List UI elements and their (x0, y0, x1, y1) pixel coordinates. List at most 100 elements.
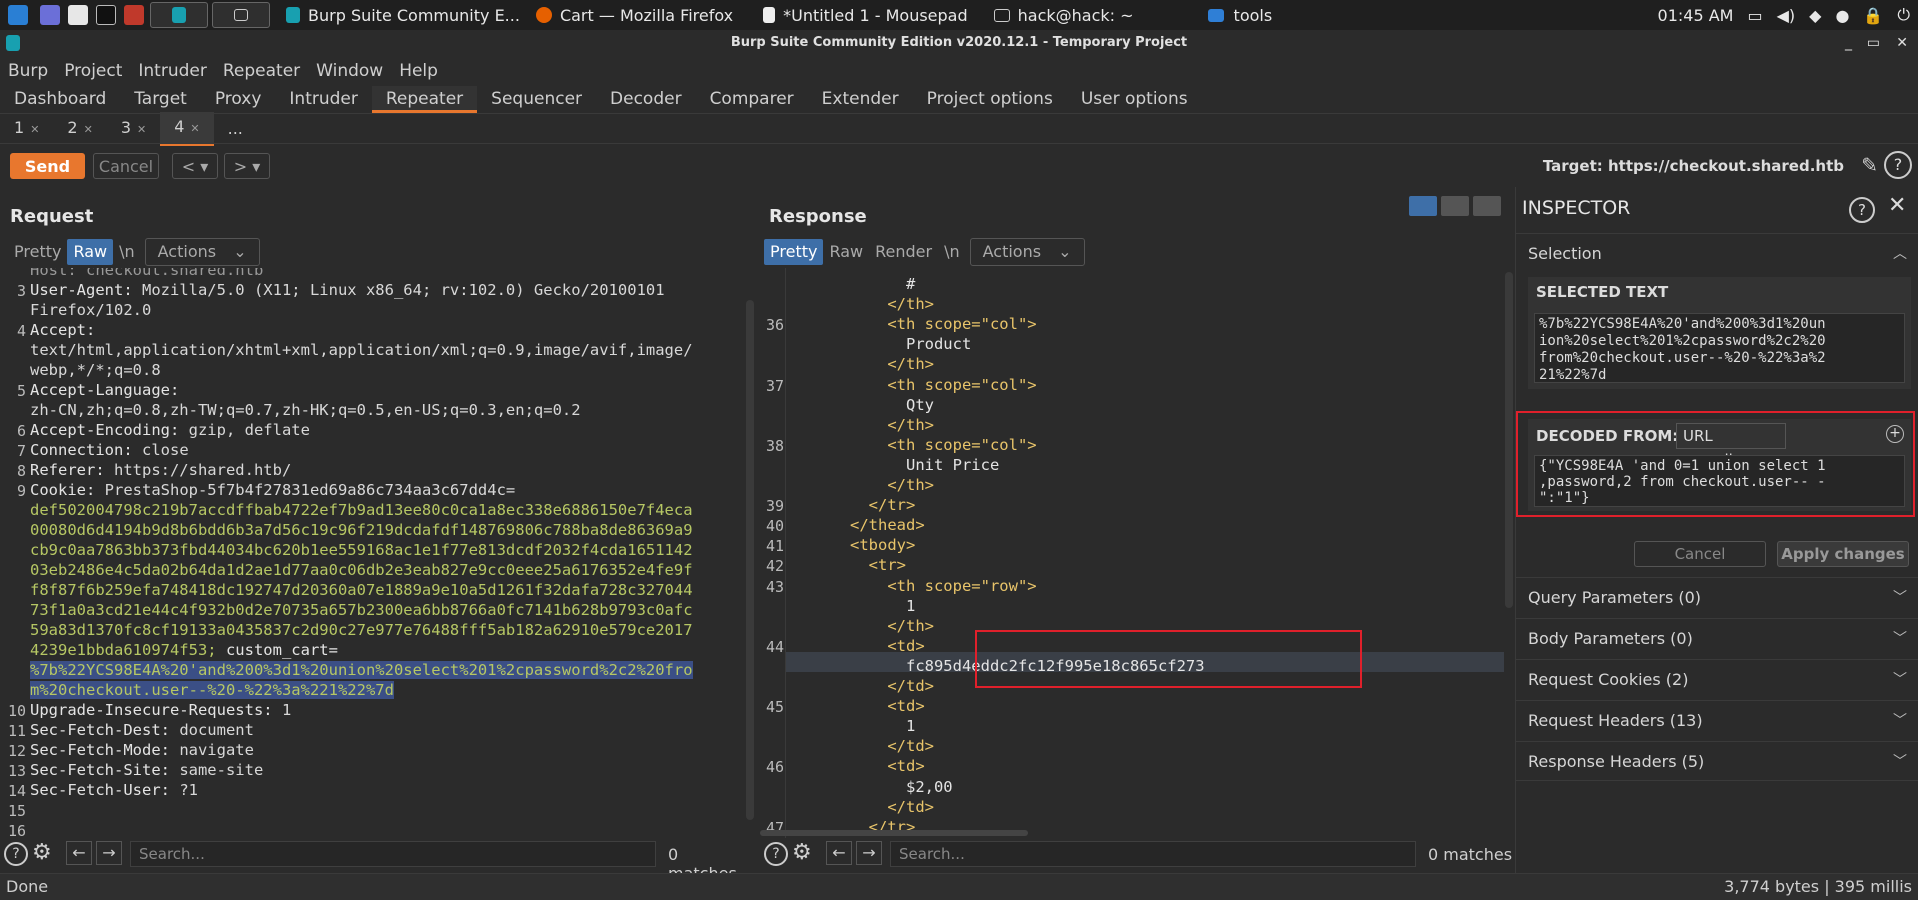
request-editor[interactable]: Host: checkout.shared.htb 3 User-Agent: M… (0, 268, 744, 838)
request-text: ?1 (169, 781, 198, 799)
tab-target[interactable]: Target (120, 86, 201, 113)
response-line: <th scope="col"> (794, 315, 1037, 334)
display-icon[interactable]: ▭ (1747, 6, 1762, 25)
previous-match-icon[interactable]: ← (826, 841, 852, 865)
response-actions-menu[interactable]: Actions ⌄ (969, 238, 1085, 266)
menu-repeater[interactable]: Repeater (215, 61, 308, 81)
request-cookies-section[interactable]: Request Cookies (2) ﹀ (1516, 659, 1918, 699)
response-raw-tab[interactable]: Raw (823, 239, 869, 265)
taskbar-app-burp[interactable]: Burp Suite Community E... (278, 0, 528, 30)
settings-gear-icon[interactable]: ⚙ (792, 840, 812, 865)
request-scrollbar[interactable] (746, 300, 754, 820)
tab-sequencer[interactable]: Sequencer (477, 86, 596, 113)
tab-dashboard[interactable]: Dashboard (0, 86, 120, 113)
forward-button[interactable]: > ▾ (224, 153, 270, 179)
response-hscrollbar[interactable] (760, 830, 1028, 836)
request-headers-section[interactable]: Request Headers (13) ﹀ (1516, 700, 1918, 740)
close-tab-icon[interactable]: ✕ (190, 122, 199, 135)
kali-menu-icon[interactable] (0, 0, 36, 30)
repeater-tab-1[interactable]: 1 ✕ (0, 113, 53, 145)
response-scrollbar[interactable] (1505, 272, 1513, 608)
minimize-icon[interactable]: _ (1845, 30, 1852, 56)
back-button[interactable]: < ▾ (172, 153, 218, 179)
close-tab-icon[interactable]: ✕ (84, 123, 93, 136)
notification-icon[interactable]: ◆ (1809, 6, 1821, 25)
help-icon[interactable]: ? (4, 842, 28, 866)
lock-icon[interactable]: 🔒 (1863, 6, 1883, 25)
request-actions-menu[interactable]: Actions ⌄ (144, 238, 260, 266)
menu-window[interactable]: Window (308, 61, 391, 81)
request-search-input[interactable]: Search... (130, 841, 656, 867)
inspector-cancel-button[interactable]: Cancel (1634, 541, 1766, 567)
target-label[interactable]: Target: https://checkout.shared.htb (1543, 157, 1844, 175)
taskbar-app-tools[interactable]: tools (1200, 0, 1281, 30)
terminal-icon[interactable] (92, 0, 120, 30)
response-editor[interactable]: # </th> 36 <th scope="col"> Product </th>… (760, 268, 1504, 838)
help-icon[interactable]: ? (1849, 197, 1875, 223)
volume-icon[interactable]: ◀) (1777, 6, 1796, 25)
tab-repeater[interactable]: Repeater (371, 86, 478, 113)
response-line: Qty (794, 395, 934, 414)
close-tab-icon[interactable]: ✕ (137, 123, 146, 136)
help-icon[interactable]: ? (1884, 151, 1912, 179)
repeater-tab-2[interactable]: 2 ✕ (53, 113, 106, 145)
tab-comparer[interactable]: Comparer (696, 86, 808, 113)
selection-section[interactable]: Selection ︿ (1516, 233, 1918, 273)
tab-decoder[interactable]: Decoder (596, 86, 696, 113)
menu-help[interactable]: Help (391, 61, 446, 81)
tab-project-options[interactable]: Project options (913, 86, 1067, 113)
workspace-2-button[interactable] (212, 2, 270, 28)
repeater-tabs: 1 ✕ 2 ✕ 3 ✕ 4 ✕ ... (0, 111, 1918, 146)
response-newline-toggle[interactable]: \n (938, 239, 966, 265)
query-parameters-section[interactable]: Query Parameters (0) ﹀ (1516, 577, 1918, 617)
menu-intruder[interactable]: Intruder (130, 61, 214, 81)
tab-user-options[interactable]: User options (1067, 86, 1202, 113)
request-raw-tab[interactable]: Raw (67, 239, 114, 265)
file-manager-icon[interactable] (64, 0, 92, 30)
next-match-icon[interactable]: → (856, 841, 882, 865)
next-match-icon[interactable]: → (96, 841, 122, 865)
show-desktop-icon[interactable] (36, 0, 64, 30)
previous-match-icon[interactable]: ← (66, 841, 92, 865)
close-tab-icon[interactable]: ✕ (30, 123, 39, 136)
power-off-icon[interactable]: ⏻ (1897, 5, 1910, 25)
new-tab-button[interactable]: ... (214, 114, 257, 144)
help-icon[interactable]: ? (764, 842, 788, 866)
taskbar-app-terminal[interactable]: hack@hack: ~ (986, 0, 1142, 30)
response-render-tab[interactable]: Render (869, 239, 938, 265)
repeater-tab-4[interactable]: 4 ✕ (160, 111, 214, 146)
settings-gear-icon[interactable]: ⚙ (32, 840, 52, 865)
tab-extender[interactable]: Extender (808, 86, 913, 113)
split-horizontal-icon[interactable] (1441, 196, 1469, 216)
request-pretty-tab[interactable]: Pretty (8, 239, 67, 265)
tab-intruder[interactable]: Intruder (275, 86, 371, 113)
request-line: 03eb2486e4c5da02b64da1d2ae1d77aa0c06db2e… (30, 560, 693, 580)
workspace-1-button[interactable] (150, 2, 208, 28)
edit-target-icon[interactable]: ✎ (1861, 153, 1878, 177)
request-text: Sec-Fetch-Site: (30, 761, 170, 779)
cancel-button[interactable]: Cancel (93, 153, 159, 179)
body-parameters-section[interactable]: Body Parameters (0) ﹀ (1516, 618, 1918, 658)
taskbar-app-mousepad[interactable]: *Untitled 1 - Mousepad (755, 0, 976, 30)
request-line: webp,*/*;q=0.8 (30, 360, 161, 380)
selected-text-value[interactable]: %7b%22YCS98E4A%20'and%200%3d1%20un ion%2… (1534, 313, 1905, 383)
menu-project[interactable]: Project (56, 61, 130, 81)
apply-changes-button[interactable]: Apply changes (1777, 541, 1909, 567)
tab-proxy[interactable]: Proxy (201, 86, 276, 113)
browser-icon[interactable] (120, 0, 148, 30)
taskbar-app-firefox[interactable]: Cart — Mozilla Firefox (528, 0, 741, 30)
power-icon[interactable]: ● (1835, 6, 1849, 25)
request-line: 4239e1bbda610974f53; custom_cart= (30, 640, 338, 660)
response-pretty-tab[interactable]: Pretty (764, 239, 824, 265)
send-button[interactable]: Send (10, 153, 85, 179)
maximize-icon[interactable]: ▭ (1867, 30, 1880, 56)
close-icon[interactable]: ✕ (1888, 193, 1906, 218)
tabs-layout-icon[interactable] (1473, 196, 1501, 216)
response-headers-section[interactable]: Response Headers (5) ﹀ (1516, 741, 1918, 781)
split-vertical-icon[interactable] (1409, 196, 1437, 216)
request-newline-toggle[interactable]: \n (113, 239, 141, 265)
menu-burp[interactable]: Burp (0, 61, 56, 81)
response-search-input[interactable]: Search... (890, 841, 1416, 867)
repeater-tab-3[interactable]: 3 ✕ (107, 113, 160, 145)
close-window-icon[interactable]: ✕ (1896, 30, 1908, 56)
